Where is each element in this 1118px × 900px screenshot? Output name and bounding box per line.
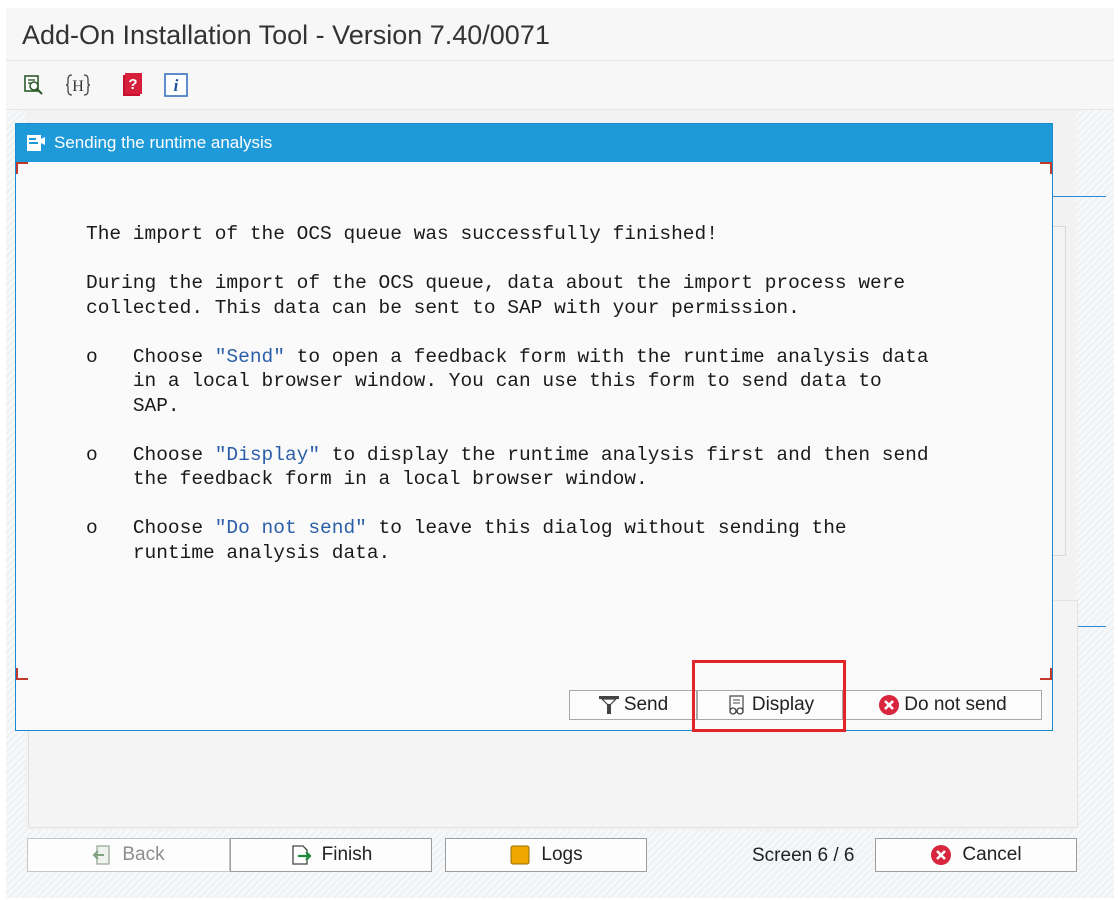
svg-text:?: ? [128, 76, 137, 93]
send-button[interactable]: Send [569, 690, 697, 720]
cancel-icon [878, 694, 900, 716]
display-label: Display [751, 694, 815, 715]
bullet-do-not-send: o Choose "Do not send" to leave this dia… [86, 517, 847, 539]
frame-corner [1040, 668, 1052, 680]
message-line: SAP. [132, 394, 180, 417]
runtime-analysis-dialog: Sending the runtime analysis The import … [15, 123, 1053, 731]
back-icon [92, 844, 112, 866]
frame-corner [16, 668, 28, 680]
do-not-send-button[interactable]: Do not send [843, 690, 1042, 720]
finish-label: Finish [321, 844, 373, 865]
message-line: During the import of the OCS queue, data… [86, 272, 906, 294]
toolbar: H ? i [6, 61, 1114, 110]
logs-button[interactable]: Logs [445, 838, 647, 872]
finish-button[interactable]: Finish [230, 838, 432, 872]
message-line: the feedback form in a local browser win… [132, 468, 648, 490]
back-button[interactable]: Back [27, 838, 230, 872]
title-bar: Add-On Installation Tool - Version 7.40/… [6, 8, 1114, 61]
send-icon [598, 695, 620, 715]
do-not-send-keyword: "Do not send" [214, 517, 367, 539]
frame-corner [16, 162, 28, 174]
background-divider [1052, 196, 1106, 197]
dialog-header: Sending the runtime analysis [16, 124, 1052, 162]
cancel-icon [930, 844, 952, 866]
dialog-title: Sending the runtime analysis [54, 133, 273, 152]
finish-icon [290, 844, 312, 866]
bullet-send: o Choose "Send" to open a feedback form … [86, 345, 929, 368]
frame-corner [1040, 162, 1052, 174]
send-keyword: "Send" [214, 345, 285, 368]
do-not-send-label: Do not send [904, 694, 1007, 715]
help-icon[interactable]: ? [118, 71, 146, 99]
cancel-button[interactable]: Cancel [875, 838, 1077, 872]
logs-label: Logs [541, 844, 583, 865]
logs-icon [509, 844, 531, 866]
header-icon[interactable]: H [64, 71, 92, 99]
dialog-icon [26, 134, 46, 157]
svg-text:i: i [174, 76, 179, 95]
app-title: Add-On Installation Tool - Version 7.40/… [22, 20, 550, 50]
dialog-message: The import of the OCS queue was successf… [86, 222, 1026, 565]
cancel-label: Cancel [962, 844, 1022, 865]
screen-indicator: Screen 6 / 6 [752, 845, 855, 866]
message-line: collected. This data can be sent to SAP … [86, 296, 800, 319]
display-icon [726, 694, 748, 716]
send-label: Send [623, 694, 669, 715]
message-line: The import of the OCS queue was successf… [86, 223, 718, 245]
display-keyword: "Display" [214, 443, 321, 466]
find-icon[interactable] [20, 71, 48, 99]
back-label: Back [122, 844, 165, 865]
bullet-display: o Choose "Display" to display the runtim… [86, 443, 929, 466]
message-line: in a local browser window. You can use t… [132, 370, 882, 392]
info-icon[interactable]: i [162, 71, 190, 99]
svg-text:H: H [72, 78, 84, 95]
background-frame [1052, 226, 1066, 556]
message-line: runtime analysis data. [132, 541, 391, 564]
display-button[interactable]: Display [697, 690, 843, 720]
